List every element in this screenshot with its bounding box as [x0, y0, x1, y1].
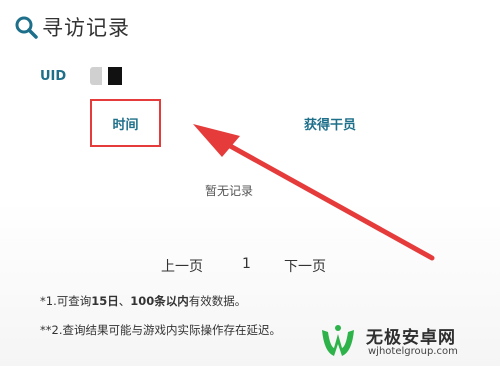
column-gained-operators[interactable]: 获得干员: [290, 113, 370, 133]
watermark-title: 无极安卓网: [366, 328, 456, 348]
search-history-page: 寻访记录 UID 时间 获得干员 暂无记录 上一页 1 下一页 *1.可查询15…: [0, 0, 500, 366]
current-page-number: 1: [242, 256, 251, 272]
note-delay: **2.查询结果可能与游戏内实际操作存在延迟。: [40, 323, 281, 337]
note1-count: 100条以内: [130, 294, 189, 308]
watermark-url: wjhotelgroup.com: [368, 346, 458, 357]
note1-days: 15日: [91, 294, 119, 308]
pagination: 上一页 1 下一页: [0, 256, 500, 276]
column-header-time: 时间: [112, 117, 139, 133]
page-title: 寻访记录: [42, 16, 130, 40]
watermark: 无极安卓网 wjhotelgroup.com: [318, 322, 500, 366]
brand-logo-icon: [322, 325, 354, 356]
search-icon: [14, 15, 38, 39]
note1-sep: 、: [118, 294, 131, 308]
uid-row: UID: [40, 65, 123, 87]
empty-state-text: 暂无记录: [205, 184, 254, 198]
column-header-gained: 获得干员: [303, 117, 356, 133]
prev-page-button[interactable]: 上一页: [161, 256, 203, 276]
note1-suffix: 有效数据。: [188, 294, 247, 308]
next-page-button[interactable]: 下一页: [284, 256, 326, 276]
note1-prefix: *1.可查询: [40, 294, 92, 308]
column-time-highlighted[interactable]: 时间: [90, 99, 161, 147]
uid-redacted-value: [90, 67, 123, 85]
page-header: 寻访记录: [14, 12, 130, 42]
uid-label: UID: [40, 68, 67, 84]
note-query-limit: *1.可查询15日、100条以内有效数据。: [40, 293, 246, 309]
